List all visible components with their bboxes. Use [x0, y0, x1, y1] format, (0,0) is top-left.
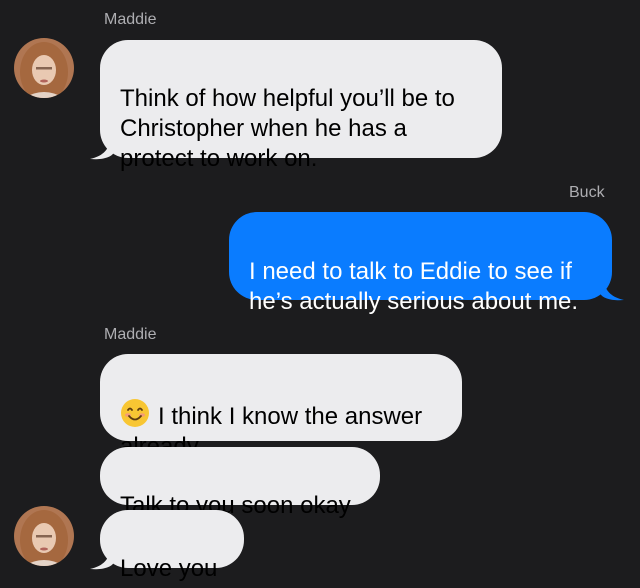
message-bubble[interactable]: I think I know the answer already — [100, 354, 462, 460]
message-bubble[interactable]: Talk to you soon okay — [100, 447, 380, 519]
message-bubble[interactable]: Love you — [100, 510, 244, 582]
message-bubble[interactable]: Think of how helpful you’ll be to Christ… — [100, 40, 502, 172]
contact-avatar[interactable] — [14, 506, 74, 566]
message-text: Love you — [120, 555, 218, 582]
contact-avatar[interactable] — [14, 38, 74, 98]
message-bubble-outgoing[interactable]: I need to talk to Eddie to see if he’s a… — [229, 212, 612, 315]
sender-name-maddie: Maddie — [104, 11, 157, 28]
sender-name-buck: Buck — [569, 184, 605, 201]
bubble-tail — [90, 548, 114, 570]
message-text: Think of how helpful you’ll be to Christ… — [120, 85, 455, 172]
message-text: I need to talk to Eddie to see if he’s a… — [249, 258, 579, 315]
sender-name-maddie: Maddie — [104, 326, 157, 343]
bubble-tail-outgoing — [600, 279, 624, 301]
bubble-tail — [90, 138, 114, 160]
smiling-face-emoji-icon — [121, 399, 149, 427]
